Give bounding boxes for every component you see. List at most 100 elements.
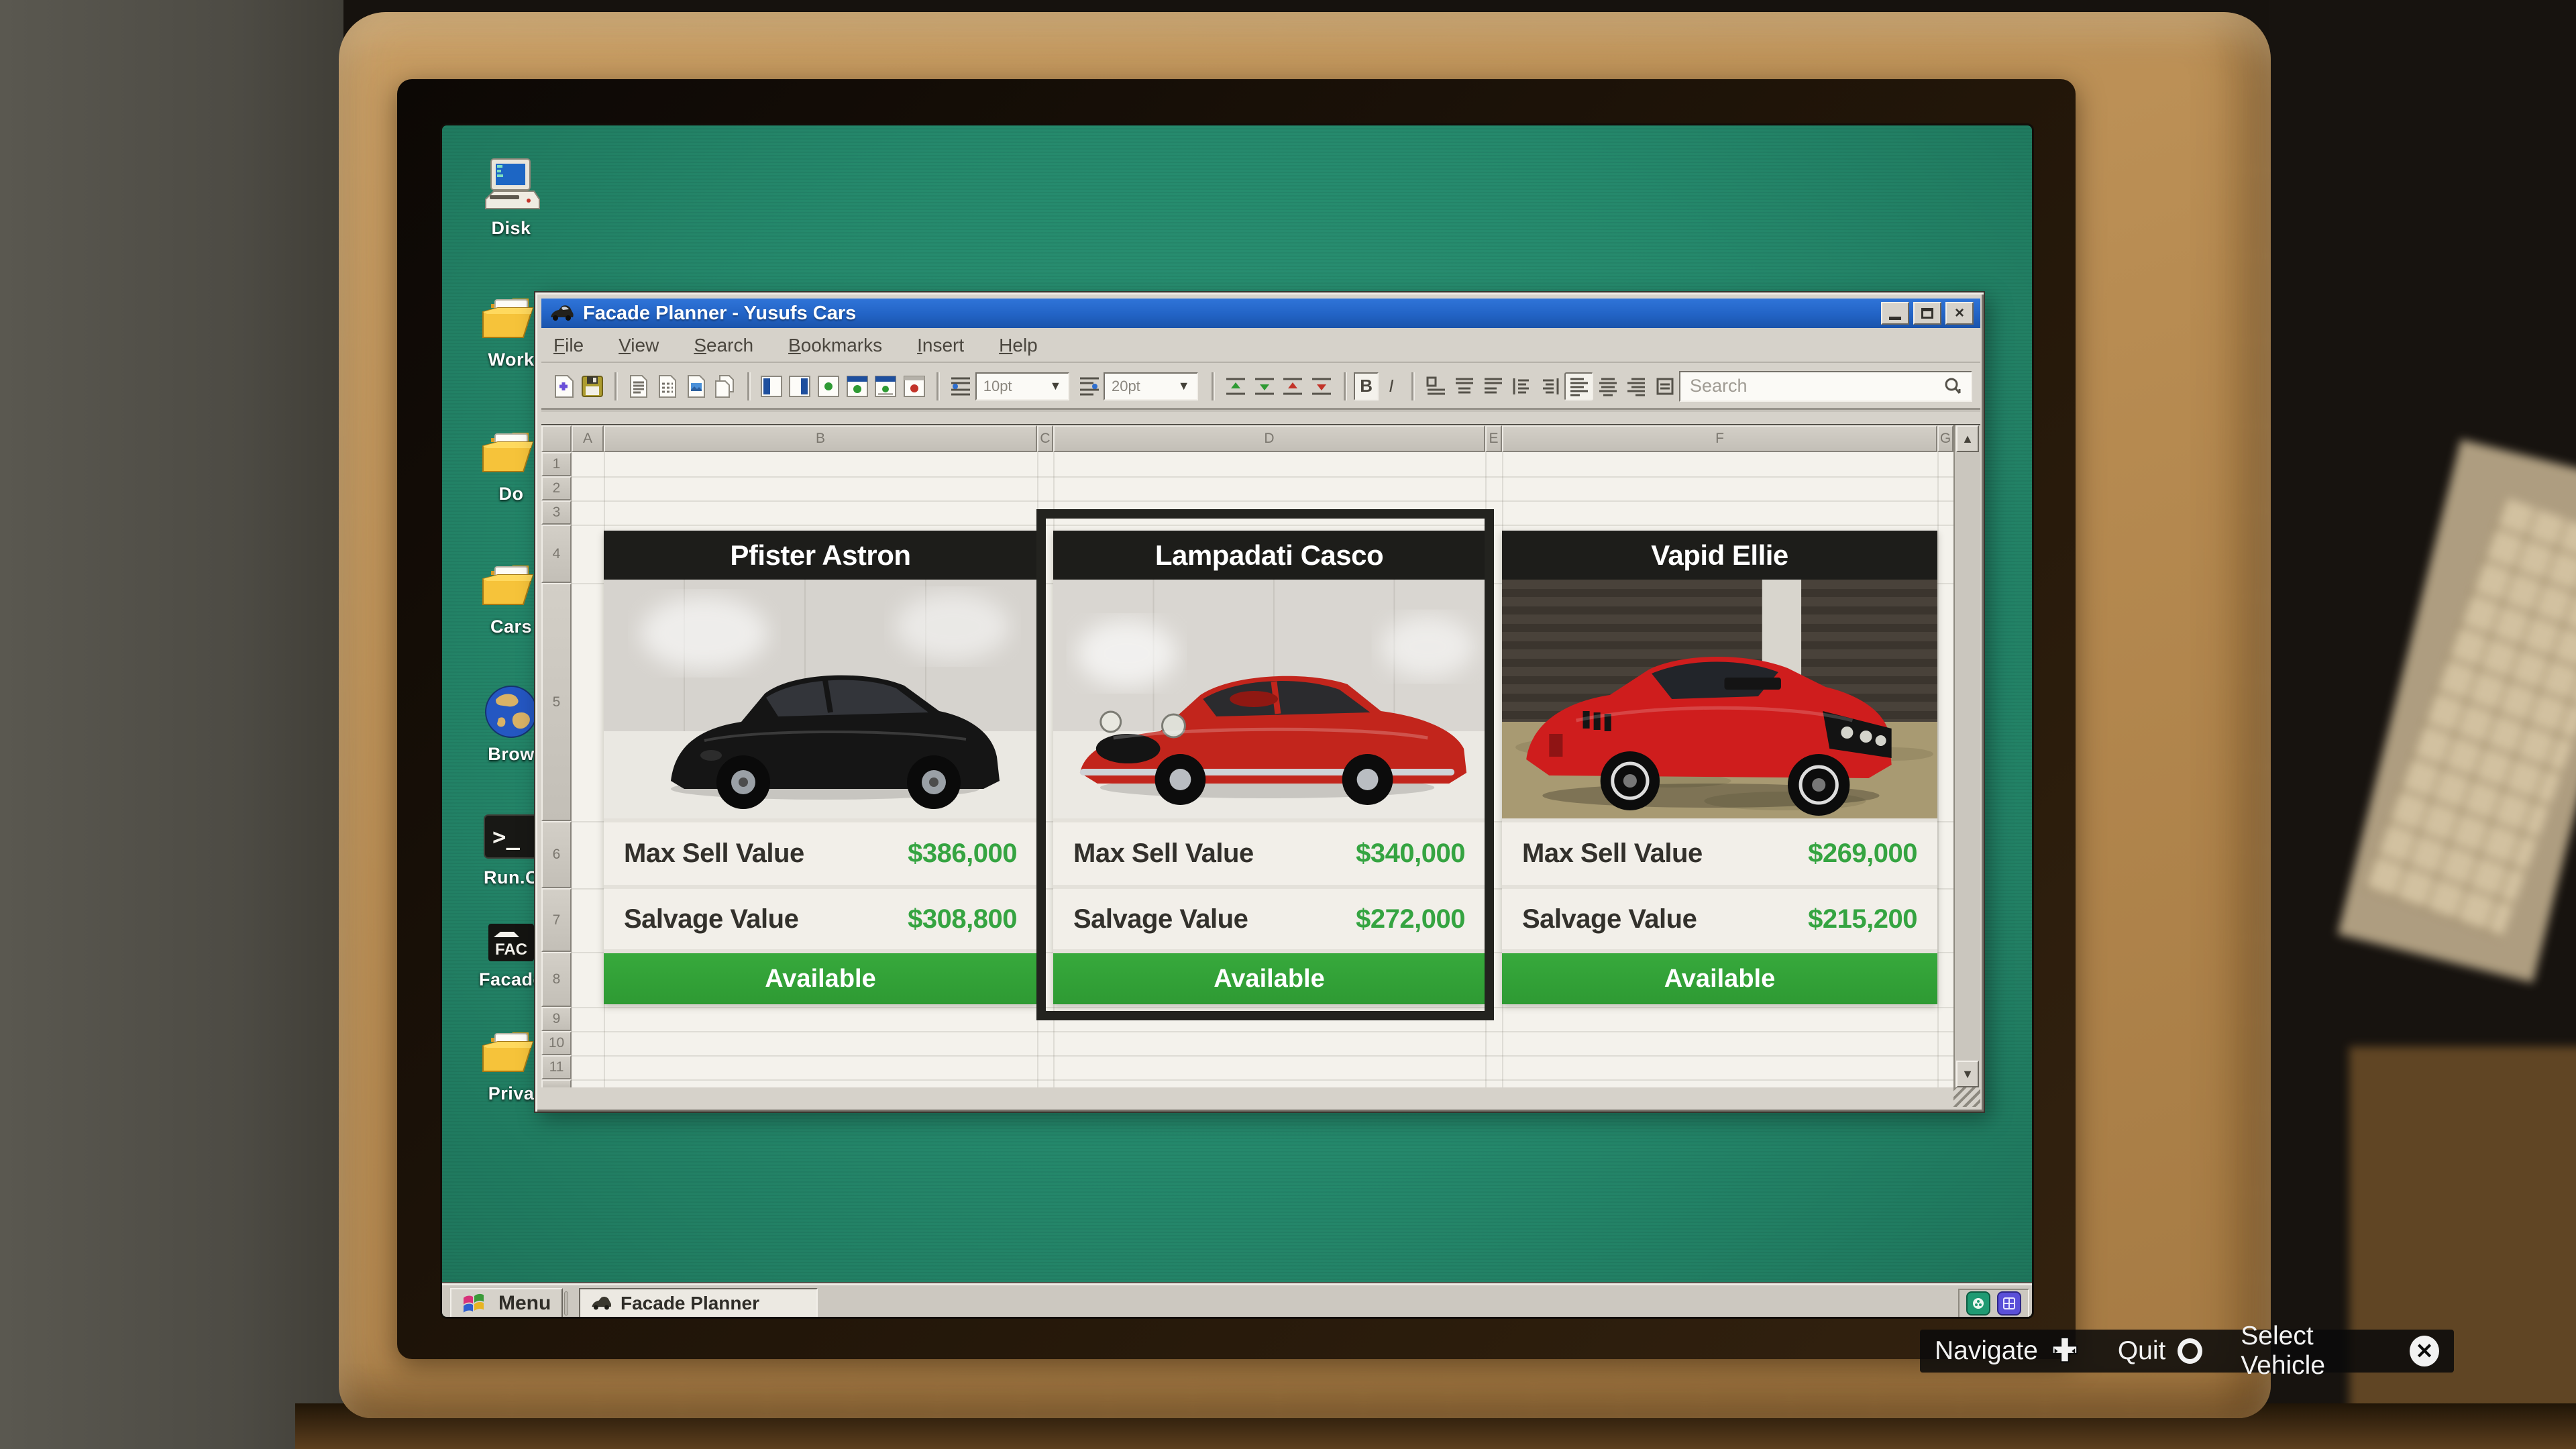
font-size-large-dropdown[interactable]: 20pt ▼ <box>1103 372 1198 400</box>
vehicle-card-vapid-ellie[interactable]: Vapid Ellie Max Sell Value $269,000 Salv… <box>1502 531 1937 1004</box>
align-left-icon[interactable] <box>1421 372 1450 400</box>
indent-icon[interactable] <box>1536 372 1565 400</box>
spreadsheet: A B C D E F G 1 2 3 4 5 6 7 8 9 10 11 Pf… <box>541 424 1980 1087</box>
row-header-partial <box>541 1079 572 1087</box>
menu-file[interactable]: File <box>553 335 584 356</box>
row-delete-icon[interactable] <box>1250 372 1279 400</box>
game-scene: Disk Work Do Cars Brow >_ Run.C FAC Faca… <box>0 0 2576 1449</box>
max-sell-label: Max Sell Value <box>1522 839 1703 868</box>
column-header-d: D <box>1053 425 1485 452</box>
paragraph-spacing-icon[interactable] <box>1075 372 1104 400</box>
panel-right-icon[interactable] <box>786 372 814 400</box>
row-header-6: 6 <box>541 821 572 888</box>
purple-grid-tray-icon[interactable] <box>1997 1291 2021 1316</box>
minimize-icon <box>1889 316 1901 320</box>
task-facade-planner[interactable]: Facade Planner <box>579 1288 818 1317</box>
italic-button[interactable]: I <box>1379 372 1403 400</box>
panel-red-icon[interactable] <box>900 372 929 400</box>
toolbar-separator <box>614 372 617 400</box>
justify-left-icon[interactable] <box>1564 372 1594 400</box>
justify-center-icon[interactable] <box>1593 372 1622 400</box>
menu-search[interactable]: Search <box>694 335 753 356</box>
new-document-icon[interactable] <box>549 372 578 400</box>
font-size-small-value: 10pt <box>983 377 1012 394</box>
menu-insert[interactable]: Insert <box>917 335 964 356</box>
select-vehicle-label[interactable]: Select Vehicle <box>2241 1322 2398 1381</box>
column-header-b: B <box>604 425 1037 452</box>
row-header-7: 7 <box>541 888 572 952</box>
menu-bar: File View Search Bookmarks Insert Help <box>541 329 1980 363</box>
maximize-icon <box>1921 308 1933 319</box>
panel-dot-icon[interactable] <box>814 372 843 400</box>
menu-help[interactable]: Help <box>999 335 1038 356</box>
save-icon[interactable] <box>578 372 607 400</box>
green-app-tray-icon[interactable] <box>1966 1291 1990 1316</box>
os-logo-icon <box>464 1293 484 1313</box>
bold-button[interactable]: B <box>1354 372 1379 400</box>
availability-badge: Available <box>1502 949 1937 1004</box>
row-header-11: 11 <box>541 1055 572 1079</box>
document-dashed-icon[interactable] <box>653 372 682 400</box>
quit-label[interactable]: Quit <box>2118 1336 2166 1366</box>
panel-left-icon[interactable] <box>757 372 786 400</box>
document-image-icon[interactable] <box>682 372 710 400</box>
salvage-value: $308,800 <box>908 904 1017 934</box>
app-car-icon <box>592 1297 612 1310</box>
font-size-small-dropdown[interactable]: 10pt ▼ <box>975 372 1070 400</box>
taskbar: Menu Facade Planner <box>442 1282 2032 1317</box>
window-title: Facade Planner - Yusufs Cars <box>583 302 857 324</box>
panel-header2-icon[interactable] <box>871 372 900 400</box>
column-header-f: F <box>1502 425 1937 452</box>
row-header-9: 9 <box>541 1007 572 1031</box>
max-sell-value: $386,000 <box>908 839 1017 868</box>
window-statusbar <box>541 1087 1980 1107</box>
start-menu-label: Menu <box>498 1292 551 1314</box>
toolbar-separator <box>1344 372 1346 400</box>
minimize-button[interactable] <box>1881 302 1909 325</box>
justify-full-icon[interactable] <box>1650 372 1679 400</box>
copy-icon[interactable] <box>710 372 739 400</box>
vertical-scrollbar[interactable]: ▲ ▼ <box>1953 425 1980 1087</box>
max-sell-label: Max Sell Value <box>624 839 804 868</box>
search-input[interactable] <box>1688 375 1943 397</box>
x-button-icon: ✕ <box>2410 1336 2439 1366</box>
maximize-button[interactable] <box>1913 302 1941 325</box>
start-menu-button[interactable]: Menu <box>450 1288 563 1317</box>
search-field[interactable] <box>1679 370 1973 402</box>
facade-planner-window: Facade Planner - Yusufs Cars × File View <box>534 291 1985 1113</box>
scroll-up-button[interactable]: ▲ <box>1956 425 1979 452</box>
circle-button-icon <box>2178 1338 2203 1364</box>
navigate-label[interactable]: Navigate <box>1935 1336 2038 1366</box>
vehicle-card-pfister-astron[interactable]: Pfister Astron Max Sell Value $386,000 S… <box>604 531 1037 1004</box>
window-titlebar[interactable]: Facade Planner - Yusufs Cars × <box>541 299 1980 328</box>
menu-view[interactable]: View <box>619 335 659 356</box>
col-delete-icon[interactable] <box>1307 372 1336 400</box>
salvage-row: Salvage Value $215,200 <box>1502 885 1937 949</box>
app-car-icon <box>551 305 574 321</box>
col-insert-icon[interactable] <box>1279 372 1307 400</box>
line-spacing-icon[interactable] <box>947 372 975 400</box>
chevron-down-icon: ▼ <box>1049 379 1062 392</box>
desk-edge <box>2349 1046 2576 1449</box>
menu-bookmarks[interactable]: Bookmarks <box>788 335 882 356</box>
row-insert-icon[interactable] <box>1222 372 1250 400</box>
close-button[interactable]: × <box>1945 302 1974 325</box>
search-icon <box>1945 378 1961 394</box>
max-sell-row: Max Sell Value $386,000 <box>604 818 1037 885</box>
align-right-icon[interactable] <box>1479 372 1508 400</box>
salvage-label: Salvage Value <box>1522 904 1697 934</box>
pfister-astron-image <box>604 580 1037 818</box>
document-text-icon[interactable] <box>625 372 653 400</box>
dpad-icon <box>2051 1337 2078 1363</box>
computer-icon <box>461 158 561 214</box>
align-center-icon[interactable] <box>1450 372 1479 400</box>
resize-grip[interactable] <box>1953 1087 1980 1107</box>
desktop-icon-disk[interactable]: Disk <box>461 158 561 239</box>
scroll-down-button[interactable]: ▼ <box>1956 1061 1979 1087</box>
taskbar-divider <box>564 1291 568 1316</box>
justify-right-icon[interactable] <box>1622 372 1651 400</box>
bold-label: B <box>1360 376 1373 396</box>
corner-header-cell <box>541 425 572 452</box>
outdent-icon[interactable] <box>1507 372 1536 400</box>
panel-header-icon[interactable] <box>843 372 871 400</box>
